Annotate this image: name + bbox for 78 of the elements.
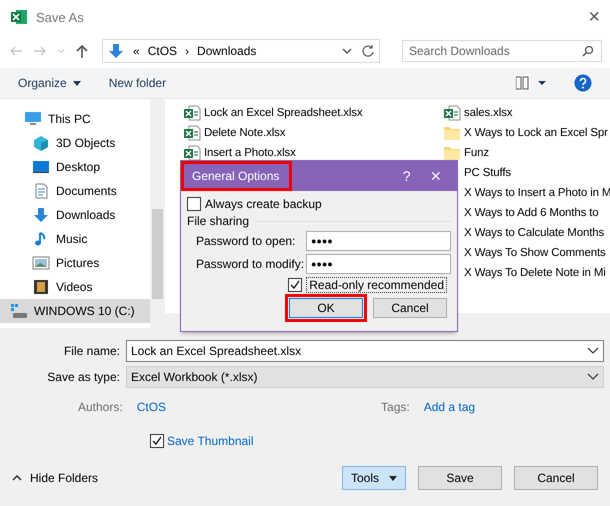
chevron-down-icon[interactable] (587, 373, 599, 381)
breadcrumb[interactable]: › (185, 44, 190, 58)
sidebar-item[interactable]: This PC (0, 107, 150, 131)
checkbox-label: Always create backup (205, 197, 322, 211)
spreadsheet-icon (443, 105, 461, 121)
sidebar-item[interactable]: 3D Objects (0, 131, 150, 155)
tags-label: Tags: (381, 400, 410, 414)
film-icon (32, 279, 50, 295)
save-type-dropdown[interactable]: Excel Workbook (*.xlsx) (126, 366, 604, 388)
section-label: File sharing (187, 214, 250, 228)
password-field[interactable]: ●●●● (306, 254, 451, 274)
password-label: Password to open: (196, 234, 296, 248)
sidebar-item[interactable]: WINDOWS 10 (C:) (0, 299, 150, 323)
spreadsheet-icon (183, 125, 201, 141)
search-icon (582, 45, 594, 57)
tools-menu-button[interactable]: Tools (342, 466, 406, 490)
checkbox[interactable] (187, 197, 201, 211)
sidebar-item[interactable]: Desktop (0, 155, 150, 179)
file-name-label: File name: (62, 344, 120, 358)
folder-icon (443, 145, 461, 161)
breadcrumb[interactable]: Downloads (197, 44, 256, 58)
breadcrumb[interactable]: CtOS (148, 44, 178, 58)
save-type-label: Save as type: (46, 370, 120, 384)
download-arrow-icon (107, 43, 125, 59)
cancel-button[interactable]: Cancel (514, 466, 598, 490)
sidebar-item[interactable]: Videos (0, 275, 150, 299)
spreadsheet-icon (183, 145, 201, 161)
close-button[interactable]: × (588, 6, 600, 28)
help-icon[interactable] (574, 74, 592, 92)
password-label: Password to modify: (196, 257, 306, 271)
organize-menu[interactable]: Organize (18, 76, 81, 90)
breadcrumb[interactable]: « (133, 44, 140, 58)
window-title: Save As (36, 10, 85, 24)
password-field[interactable]: ●●●● (306, 231, 451, 251)
file-name-field[interactable]: Lock an Excel Spreadsheet.xlsx (126, 340, 604, 362)
add-tag-link[interactable]: Add a tag (424, 400, 476, 414)
file-item[interactable]: sales.xlsx (443, 103, 610, 123)
search-field[interactable]: Search Downloads (402, 40, 602, 62)
save-thumbnail-label[interactable]: Save Thumbnail (167, 434, 254, 448)
folder-icon (443, 125, 461, 141)
scrollbar[interactable] (150, 99, 165, 328)
file-item[interactable]: Delete Note.xlsx (183, 123, 443, 143)
authors-label: Authors: (78, 400, 123, 414)
caret-icon (389, 476, 397, 480)
checkbox[interactable] (288, 278, 302, 292)
checkbox-label: Read-only recommended (306, 277, 447, 293)
caret-icon (72, 80, 81, 86)
save-button[interactable]: Save (418, 466, 502, 490)
sidebar-item[interactable]: Pictures (0, 251, 150, 275)
sidebar-item[interactable]: Downloads (0, 203, 150, 227)
hide-folders-button[interactable]: Hide Folders (12, 471, 330, 485)
pictures-icon (32, 255, 50, 271)
checkbox[interactable] (150, 434, 164, 448)
sidebar-item[interactable]: Music (0, 227, 150, 251)
close-button[interactable]: × (430, 166, 457, 186)
file-item[interactable]: Funz (443, 143, 610, 163)
address-bar[interactable]: « CtOS › Downloads (102, 39, 380, 63)
chevron-up-icon (12, 475, 22, 481)
file-item[interactable]: X Ways to Lock an Excel Spr (443, 123, 610, 143)
drive-icon (10, 303, 28, 319)
spreadsheet-app-icon (10, 9, 28, 25)
dialog-title: General Options (181, 161, 292, 191)
cube-icon (32, 135, 50, 151)
spreadsheet-icon (183, 105, 201, 121)
sidebar-item[interactable]: Documents (0, 179, 150, 203)
desktop-icon (32, 159, 50, 175)
file-item[interactable]: Insert a Photo.xlsx (183, 143, 443, 163)
chevron-down-icon[interactable] (587, 347, 599, 355)
up-arrow-icon[interactable] (74, 43, 90, 59)
cancel-button[interactable]: Cancel (373, 298, 447, 318)
authors-link[interactable]: CtOS (136, 400, 166, 414)
refresh-icon[interactable] (361, 44, 375, 58)
download-arrow-icon (32, 207, 50, 223)
new-folder-button[interactable]: New folder (108, 76, 166, 90)
help-button[interactable]: ? (402, 168, 430, 184)
file-item[interactable]: Lock an Excel Spreadsheet.xlsx (183, 103, 443, 123)
view-options-icon[interactable] (516, 76, 546, 90)
computer-icon (24, 111, 42, 127)
